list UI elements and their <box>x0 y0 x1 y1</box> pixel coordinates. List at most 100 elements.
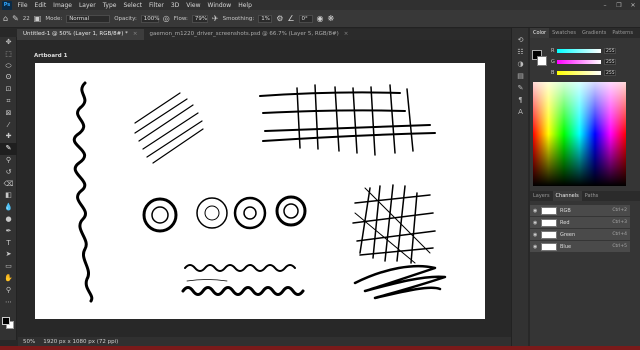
pressure-size-icon[interactable]: ◉ <box>317 14 324 23</box>
artboard-tool-icon[interactable]: ⬚ <box>0 49 17 61</box>
color-panel-background-swatch[interactable] <box>537 56 547 66</box>
menu-bar: Ps File Edit Image Layer Type Select Fil… <box>0 0 640 10</box>
menu-view[interactable]: View <box>183 2 204 9</box>
artboard-label[interactable]: Artboard 1 <box>34 53 67 59</box>
tab-paths[interactable]: Paths <box>582 191 602 201</box>
menu-3d[interactable]: 3D <box>167 2 182 9</box>
opacity-field[interactable]: 100% <box>140 14 160 23</box>
menu-help[interactable]: Help <box>235 2 256 9</box>
mode-select[interactable]: Normal <box>66 14 111 23</box>
tab-untitled-1[interactable]: Untitled-1 @ 50% (Layer 1, RGB/8#) * × <box>17 29 144 40</box>
angle-icon: ∠ <box>287 14 295 23</box>
document-size[interactable]: 1920 px x 1080 px (72 ppi) <box>43 339 118 345</box>
more-tools-icon[interactable]: ⋯ <box>0 297 17 309</box>
clone-stamp-icon[interactable]: ⚲ <box>0 155 17 167</box>
gradient-tool-icon[interactable]: ◧ <box>0 190 17 202</box>
close-button[interactable]: ✕ <box>626 2 640 9</box>
character-panel-icon[interactable]: A <box>512 106 529 118</box>
rectangle-tool-icon[interactable]: ▭ <box>0 261 17 273</box>
crop-tool-icon[interactable]: ⌗ <box>0 96 17 108</box>
brushes-panel-icon[interactable]: ✎ <box>512 82 529 94</box>
airbrush-icon[interactable]: ✈ <box>212 14 219 23</box>
channel-row-rgb[interactable]: ◉ RGB Ctrl+2 <box>530 205 630 216</box>
pen-tool-icon[interactable]: ✒ <box>0 226 17 238</box>
foreground-color-swatch[interactable] <box>2 317 10 325</box>
path-select-tool-icon[interactable]: ➤ <box>0 249 17 261</box>
adjustments-panel-icon[interactable]: ◑ <box>512 58 529 70</box>
red-value[interactable]: 255 <box>604 48 616 54</box>
minimize-button[interactable]: – <box>598 2 612 9</box>
dodge-tool-icon[interactable]: ● <box>0 214 17 226</box>
green-value[interactable]: 255 <box>604 59 616 65</box>
visibility-eye-icon[interactable]: ◉ <box>533 208 538 214</box>
channel-thumbnail <box>541 230 557 239</box>
smoothing-field[interactable]: 1% <box>258 14 273 23</box>
tab-layers[interactable]: Layers <box>530 191 553 201</box>
channel-thumbnail <box>541 242 557 251</box>
blue-slider[interactable] <box>557 71 601 75</box>
type-tool-icon[interactable]: T <box>0 238 17 250</box>
tools-panel: ✥ ⬚ ⬭ ʘ ⊡ ⌗ ⊠ ⁄ ✚ ✎ ⚲ ↺ ⌫ ◧ 💧 ● ✒ T ➤ ▭ … <box>0 37 17 340</box>
visibility-eye-icon[interactable]: ◉ <box>533 232 538 238</box>
paragraph-panel-icon[interactable]: ¶ <box>512 94 529 106</box>
tab-patterns[interactable]: Patterns <box>609 28 636 38</box>
angle-field[interactable]: 0° <box>298 14 313 23</box>
zoom-tool-icon[interactable]: ⚲ <box>0 285 17 297</box>
eraser-tool-icon[interactable]: ⌫ <box>0 179 17 191</box>
symmetry-icon[interactable]: ❋ <box>328 14 335 23</box>
menu-select[interactable]: Select <box>120 2 146 9</box>
brush-size[interactable]: 22 <box>23 16 30 22</box>
history-brush-icon[interactable]: ↺ <box>0 167 17 179</box>
move-tool-icon[interactable]: ✥ <box>0 37 17 49</box>
menu-edit[interactable]: Edit <box>31 2 50 9</box>
maximize-button[interactable]: ❐ <box>612 2 626 9</box>
zoom-level[interactable]: 50% <box>23 339 35 345</box>
tab-swatches[interactable]: Swatches <box>549 28 579 38</box>
green-slider[interactable] <box>557 60 601 64</box>
flow-label: Flow: <box>173 15 188 22</box>
tab-gradients[interactable]: Gradients <box>579 28 609 38</box>
history-panel-icon[interactable]: ⟲ <box>512 34 529 46</box>
menu-layer[interactable]: Layer <box>75 2 99 9</box>
close-tab-icon[interactable]: × <box>133 31 138 37</box>
channel-row-green[interactable]: ◉ Green Ctrl+4 <box>530 229 630 240</box>
brush-tool-icon[interactable]: ✎ <box>0 143 17 155</box>
red-slider[interactable] <box>557 49 601 53</box>
smoothing-settings-icon[interactable]: ⚙ <box>276 14 283 23</box>
brush-tool-icon[interactable]: ✎ <box>12 14 19 23</box>
menu-file[interactable]: File <box>14 2 31 9</box>
hand-tool-icon[interactable]: ✋ <box>0 273 17 285</box>
brush-settings-icon[interactable]: ▣ <box>34 14 42 23</box>
blue-value[interactable]: 255 <box>604 70 616 76</box>
menu-image[interactable]: Image <box>50 2 76 9</box>
visibility-eye-icon[interactable]: ◉ <box>533 220 538 226</box>
eyedropper-tool-icon[interactable]: ⁄ <box>0 120 17 132</box>
tab-channels[interactable]: Channels <box>552 191 582 201</box>
color-panel-tabs: Color Swatches Gradients Patterns <box>530 28 640 38</box>
home-icon[interactable]: ⌂ <box>3 14 8 23</box>
menu-type[interactable]: Type <box>99 2 120 9</box>
libraries-panel-icon[interactable]: ▤ <box>512 70 529 82</box>
channel-row-blue[interactable]: ◉ Blue Ctrl+5 <box>530 241 630 252</box>
color-spectrum[interactable] <box>533 82 626 186</box>
pressure-opacity-icon[interactable]: ◎ <box>163 14 170 23</box>
frame-tool-icon[interactable]: ⊠ <box>0 108 17 120</box>
artboard-canvas[interactable] <box>35 63 485 319</box>
lasso-tool-icon[interactable]: ʘ <box>0 72 17 84</box>
visibility-eye-icon[interactable]: ◉ <box>533 244 538 250</box>
flow-field[interactable]: 79% <box>191 14 208 23</box>
red-slider-row: R 255 <box>551 48 616 54</box>
object-select-tool-icon[interactable]: ⊡ <box>0 84 17 96</box>
blur-tool-icon[interactable]: 💧 <box>0 202 17 214</box>
tab-color[interactable]: Color <box>530 28 550 38</box>
tab-gaemon-screenshots[interactable]: gaemon_m1220_driver_screenshots.psd @ 66… <box>144 29 355 40</box>
mode-label: Mode: <box>45 15 63 22</box>
channel-row-red[interactable]: ◉ Red Ctrl+3 <box>530 217 630 228</box>
menu-filter[interactable]: Filter <box>146 2 168 9</box>
properties-panel-icon[interactable]: ☷ <box>512 46 529 58</box>
healing-brush-icon[interactable]: ✚ <box>0 131 17 143</box>
marquee-tool-icon[interactable]: ⬭ <box>0 61 17 73</box>
document-tabs: Untitled-1 @ 50% (Layer 1, RGB/8#) * × ga… <box>17 29 512 40</box>
close-tab-icon[interactable]: × <box>344 31 349 37</box>
menu-window[interactable]: Window <box>204 2 235 9</box>
